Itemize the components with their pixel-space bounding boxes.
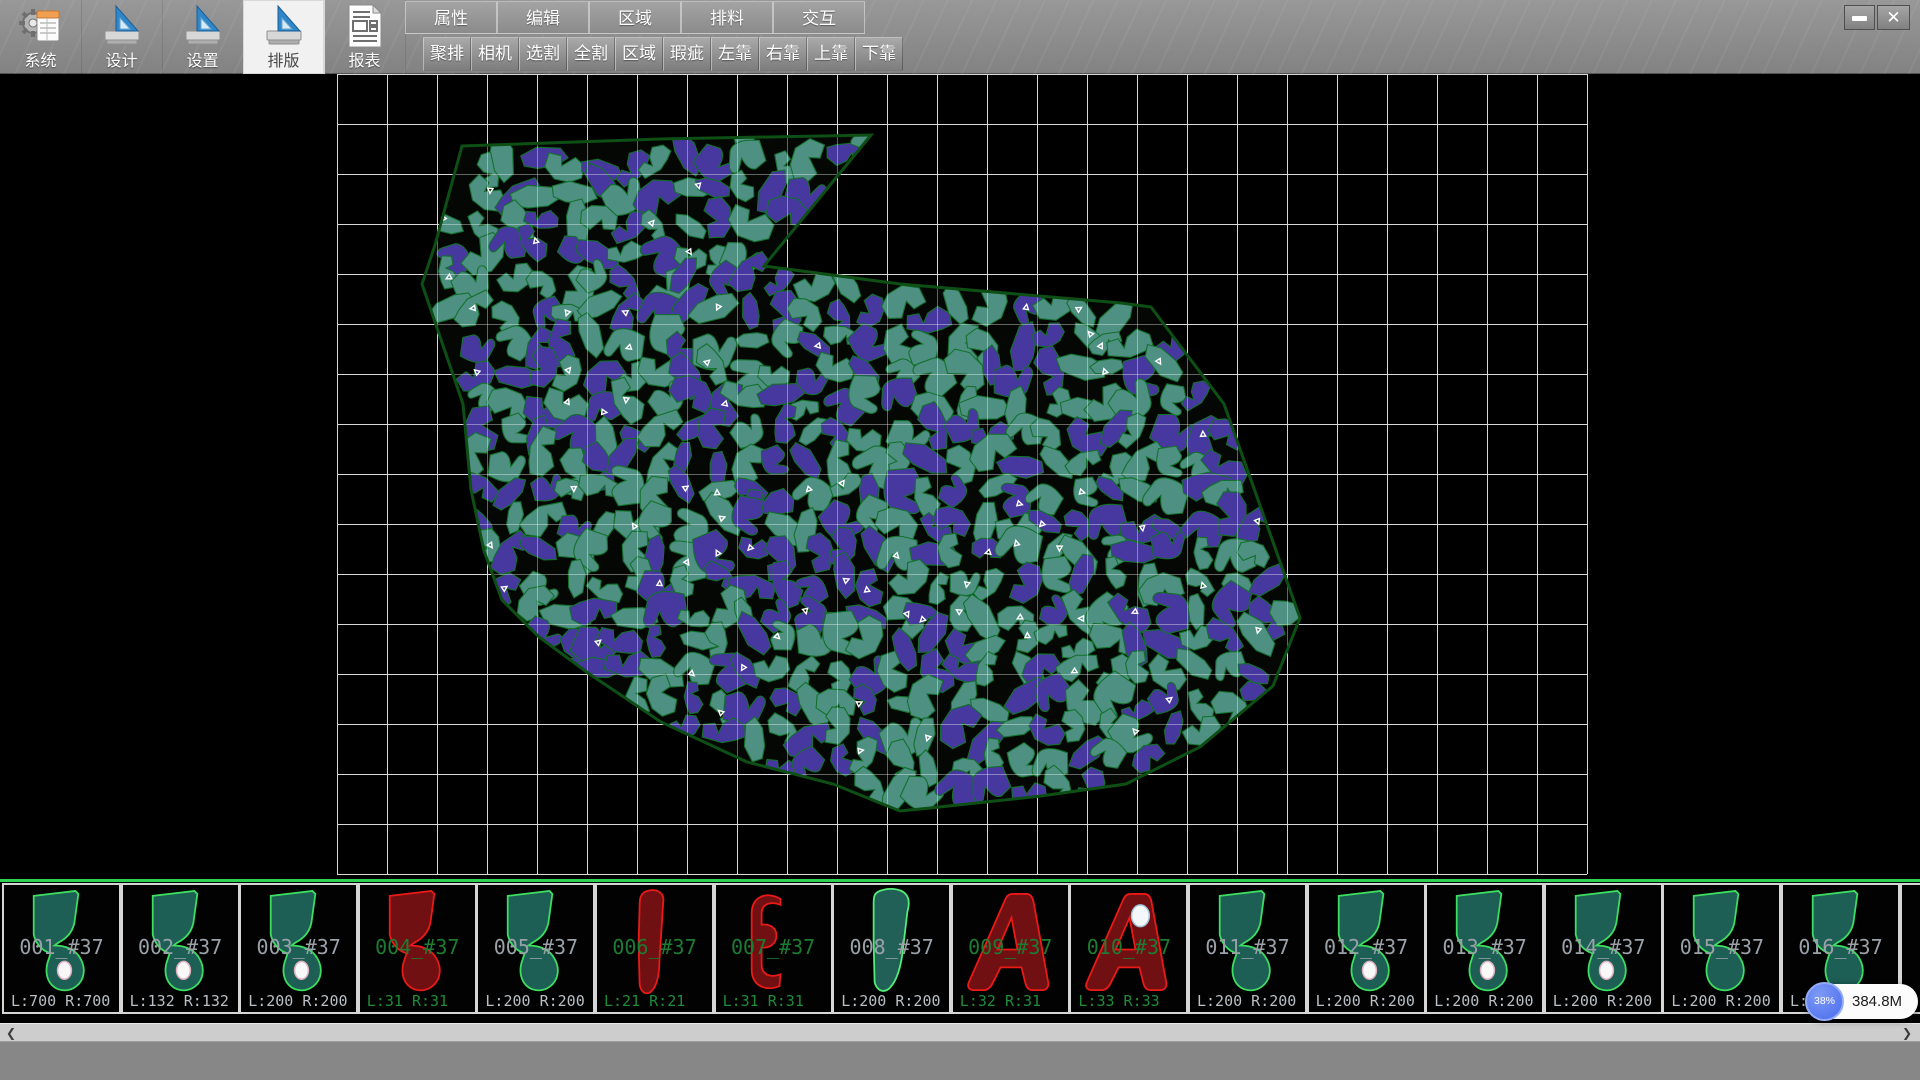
- action-button-8[interactable]: 右靠: [759, 37, 807, 71]
- piece-id-label: 013_#37: [1427, 935, 1542, 959]
- action-button-6[interactable]: 瑕疵: [663, 37, 711, 71]
- close-button[interactable]: ✕: [1877, 5, 1910, 30]
- piece-count-label: L:200 R:200: [248, 992, 347, 1010]
- piece-thumbnail-003_#37[interactable]: 003_#37 L:200 R:200: [239, 883, 358, 1014]
- toolbar-button-layout[interactable]: 排版: [243, 0, 325, 74]
- toolbar-button-settings[interactable]: 设置: [162, 0, 244, 74]
- horizontal-scrollbar[interactable]: ❮ ❯: [0, 1023, 1920, 1041]
- piece-count-label: L:33 R:33: [1078, 992, 1159, 1010]
- piece-thumbnail-002_#37[interactable]: 002_#37 L:132 R:132: [121, 883, 240, 1014]
- main-toolbar: 系统 设计 设置 排版 报表 属性编辑区域排料交互 聚排相机选割全割区域瑕疵左靠…: [0, 0, 1920, 74]
- piece-count-label: L:21 R:21: [604, 992, 685, 1010]
- set-square-icon: [162, 3, 243, 49]
- piece-thumbnail-strip: 001_#37 L:700 R:700 002_#37 L:132 R:132 …: [0, 883, 1920, 1014]
- action-button-9[interactable]: 上靠: [807, 37, 855, 71]
- piece-count-label: L:700 R:700: [11, 992, 110, 1010]
- piece-id-label: 015_#37: [1664, 935, 1779, 959]
- nesting-canvas[interactable]: [0, 74, 1920, 879]
- close-icon: ✕: [1886, 8, 1900, 27]
- piece-thumbnail-008_#37[interactable]: 008_#37 L:200 R:200: [832, 883, 951, 1014]
- progress-circle: 38%: [1805, 982, 1844, 1021]
- action-button-3[interactable]: 选割: [519, 37, 567, 71]
- toolbar-button-design[interactable]: 设计: [81, 0, 163, 74]
- piece-id-label: 010_#37: [1071, 935, 1186, 959]
- report-doc-icon: [324, 3, 405, 49]
- piece-count-label: L:200 R:200: [841, 992, 940, 1010]
- piece-id-label: 004_#37: [360, 935, 475, 959]
- piece-thumbnail-005_#37[interactable]: 005_#37 L:200 R:200: [476, 883, 595, 1014]
- set-square-icon: [243, 3, 324, 49]
- toolbar-button-label: 系统: [0, 47, 81, 71]
- piece-id-label: 008_#37: [834, 935, 949, 959]
- piece-thumbnail-006_#37[interactable]: 006_#37 L:21 R:21: [595, 883, 714, 1014]
- bottom-status-bar: [0, 1041, 1920, 1080]
- action-button-5[interactable]: 区域: [615, 37, 663, 71]
- action-button-2[interactable]: 相机: [471, 37, 519, 71]
- system-gear-icon: [0, 3, 81, 49]
- piece-count-label: L:32 R:31: [960, 992, 1041, 1010]
- action-button-10[interactable]: 下靠: [855, 37, 903, 71]
- scroll-right-arrow-icon[interactable]: ❯: [1898, 1025, 1916, 1041]
- piece-thumbnail-013_#37[interactable]: 013_#37 L:200 R:200: [1425, 883, 1544, 1014]
- piece-count-label: L:200 R:200: [1197, 992, 1296, 1010]
- piece-id-label: 001_#37: [4, 935, 119, 959]
- toolbar-button-report[interactable]: 报表: [324, 0, 406, 74]
- piece-count-label: L:200 R:200: [1434, 992, 1533, 1010]
- piece-id-label: 002_#37: [123, 935, 238, 959]
- tab-nesting[interactable]: 排料: [681, 1, 773, 34]
- piece-count-label: L:200 R:200: [1671, 992, 1770, 1010]
- download-size-label: 384.8M: [1852, 984, 1902, 1019]
- piece-thumbnail-014_#37[interactable]: 014_#37 L:200 R:200: [1544, 883, 1663, 1014]
- piece-id-label: 009_#37: [953, 935, 1068, 959]
- piece-count-label: L:200 R:200: [1316, 992, 1415, 1010]
- piece-id-label: 003_#37: [241, 935, 356, 959]
- piece-id-label: 016_#37: [1783, 935, 1898, 959]
- piece-id-label: 011_#37: [1190, 935, 1305, 959]
- piece-thumbnail-004_#37[interactable]: 004_#37 L:31 R:31: [358, 883, 477, 1014]
- piece-count-label: L:31 R:31: [367, 992, 448, 1010]
- toolbar-button-label: 设置: [162, 47, 243, 71]
- nesting-drawing: [0, 74, 1920, 879]
- piece-thumbnail-010_#37[interactable]: 010_#37 L:33 R:33: [1069, 883, 1188, 1014]
- toolbar-button-label: 设计: [81, 47, 162, 71]
- piece-id-label: 006_#37: [597, 935, 712, 959]
- action-button-4[interactable]: 全割: [567, 37, 615, 71]
- action-button-1[interactable]: 聚排: [423, 37, 471, 71]
- piece-thumbnail-001_#37[interactable]: 001_#37 L:700 R:700: [2, 883, 121, 1014]
- tab-region[interactable]: 区域: [589, 1, 681, 34]
- toolbar-button-system[interactable]: 系统: [0, 0, 82, 74]
- piece-id-label: 007_#37: [716, 935, 831, 959]
- piece-id-label: 014_#37: [1546, 935, 1661, 959]
- piece-id-label: 012_#37: [1309, 935, 1424, 959]
- piece-id-label: 005_#37: [478, 935, 593, 959]
- piece-thumbnail-011_#37[interactable]: 011_#37 L:200 R:200: [1188, 883, 1307, 1014]
- piece-thumbnail-009_#37[interactable]: 009_#37 L:32 R:31: [951, 883, 1070, 1014]
- toolbar-button-label: 报表: [324, 47, 405, 71]
- minimize-button[interactable]: [1844, 5, 1875, 30]
- piece-count-label: L:31 R:31: [723, 992, 804, 1010]
- set-square-icon: [81, 3, 162, 49]
- strip-separator-line: [0, 879, 1920, 882]
- scroll-left-arrow-icon[interactable]: ❮: [2, 1025, 20, 1041]
- piece-thumbnail-007_#37[interactable]: 007_#37 L:31 R:31: [714, 883, 833, 1014]
- piece-count-label: L:132 R:132: [130, 992, 229, 1010]
- piece-count-label: L:200 R:200: [1553, 992, 1652, 1010]
- piece-thumbnail-012_#37[interactable]: 012_#37 L:200 R:200: [1307, 883, 1426, 1014]
- action-button-7[interactable]: 左靠: [711, 37, 759, 71]
- piece-thumbnail-015_#37[interactable]: 015_#37 L:200 R:200: [1662, 883, 1781, 1014]
- piece-count-label: L:200 R:200: [485, 992, 584, 1010]
- tab-edit[interactable]: 编辑: [497, 1, 589, 34]
- download-progress-badge[interactable]: 38% 384.8M: [1806, 984, 1918, 1019]
- tab-interact[interactable]: 交互: [773, 1, 865, 34]
- tab-properties[interactable]: 属性: [405, 1, 497, 34]
- minimize-icon: [1852, 16, 1867, 21]
- toolbar-button-label: 排版: [243, 47, 324, 71]
